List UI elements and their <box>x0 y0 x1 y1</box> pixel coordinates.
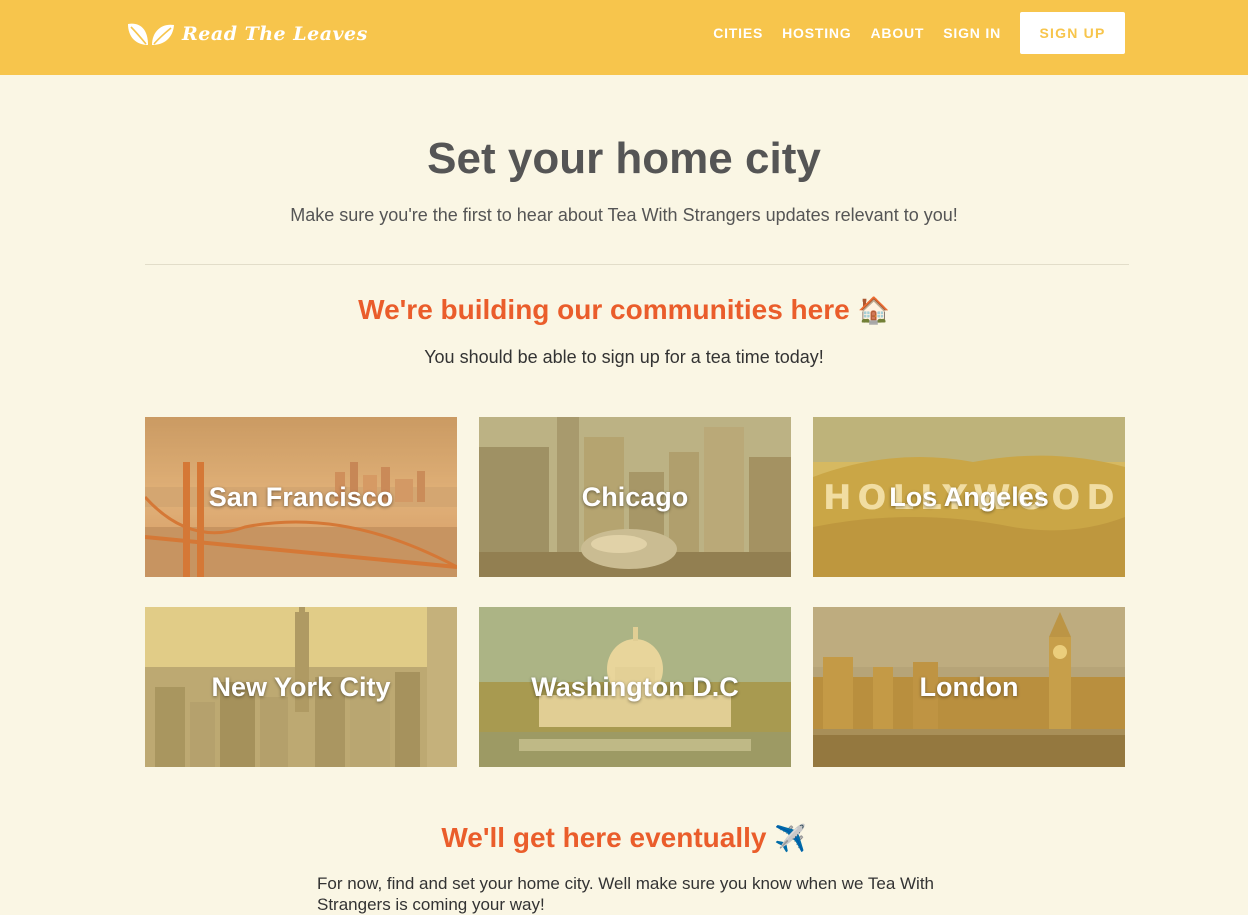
city-name: Washington D.C <box>531 671 739 702</box>
building-heading: We're building our communities here 🏠 <box>0 294 1248 326</box>
city-name: Chicago <box>581 481 689 512</box>
leaves-icon <box>126 19 176 49</box>
brand-logo[interactable]: Read The Leaves <box>126 18 368 50</box>
city-card-london[interactable]: London <box>813 607 1125 767</box>
eventually-text: For now, find and set your home city. We… <box>317 874 935 914</box>
sign-up-button[interactable]: SIGN UP <box>1020 12 1125 54</box>
city-name: New York City <box>211 671 391 702</box>
eventually-heading: We'll get here eventually ✈️ <box>0 822 1248 854</box>
city-card-san-francisco[interactable]: San Francisco <box>145 417 457 577</box>
building-text: You should be able to sign up for a tea … <box>424 347 824 367</box>
city-card-los-angeles[interactable]: HOLLYWOOD Los Angeles <box>813 417 1125 577</box>
nav-signin-link[interactable]: SIGN IN <box>943 25 1001 41</box>
house-icon: 🏠 <box>857 295 890 325</box>
eventually-heading-text: We'll get here eventually <box>441 822 767 853</box>
city-name: London <box>919 671 1019 702</box>
section-divider <box>145 264 1129 265</box>
city-card-chicago[interactable]: Chicago <box>479 417 791 577</box>
city-name: San Francisco <box>208 481 394 512</box>
city-card-washington-dc[interactable]: Washington D.C <box>479 607 791 767</box>
page-subtitle: Make sure you're the first to hear about… <box>290 205 958 225</box>
brand-name: Read The Leaves <box>182 23 368 45</box>
nav-hosting-link[interactable]: HOSTING <box>782 25 851 41</box>
building-heading-text: We're building our communities here <box>358 294 850 325</box>
airplane-icon: ✈️ <box>774 823 807 853</box>
city-card-new-york-city[interactable]: New York City <box>145 607 457 767</box>
page-title: Set your home city <box>427 134 821 183</box>
nav-links: CITIES HOSTING ABOUT SIGN IN SIGN UP <box>694 12 1125 54</box>
nav-about-link[interactable]: ABOUT <box>871 25 925 41</box>
city-name: Los Angeles <box>889 481 1049 512</box>
top-navbar: Read The Leaves CITIES HOSTING ABOUT SIG… <box>0 0 1248 75</box>
nav-cities-link[interactable]: CITIES <box>713 25 763 41</box>
